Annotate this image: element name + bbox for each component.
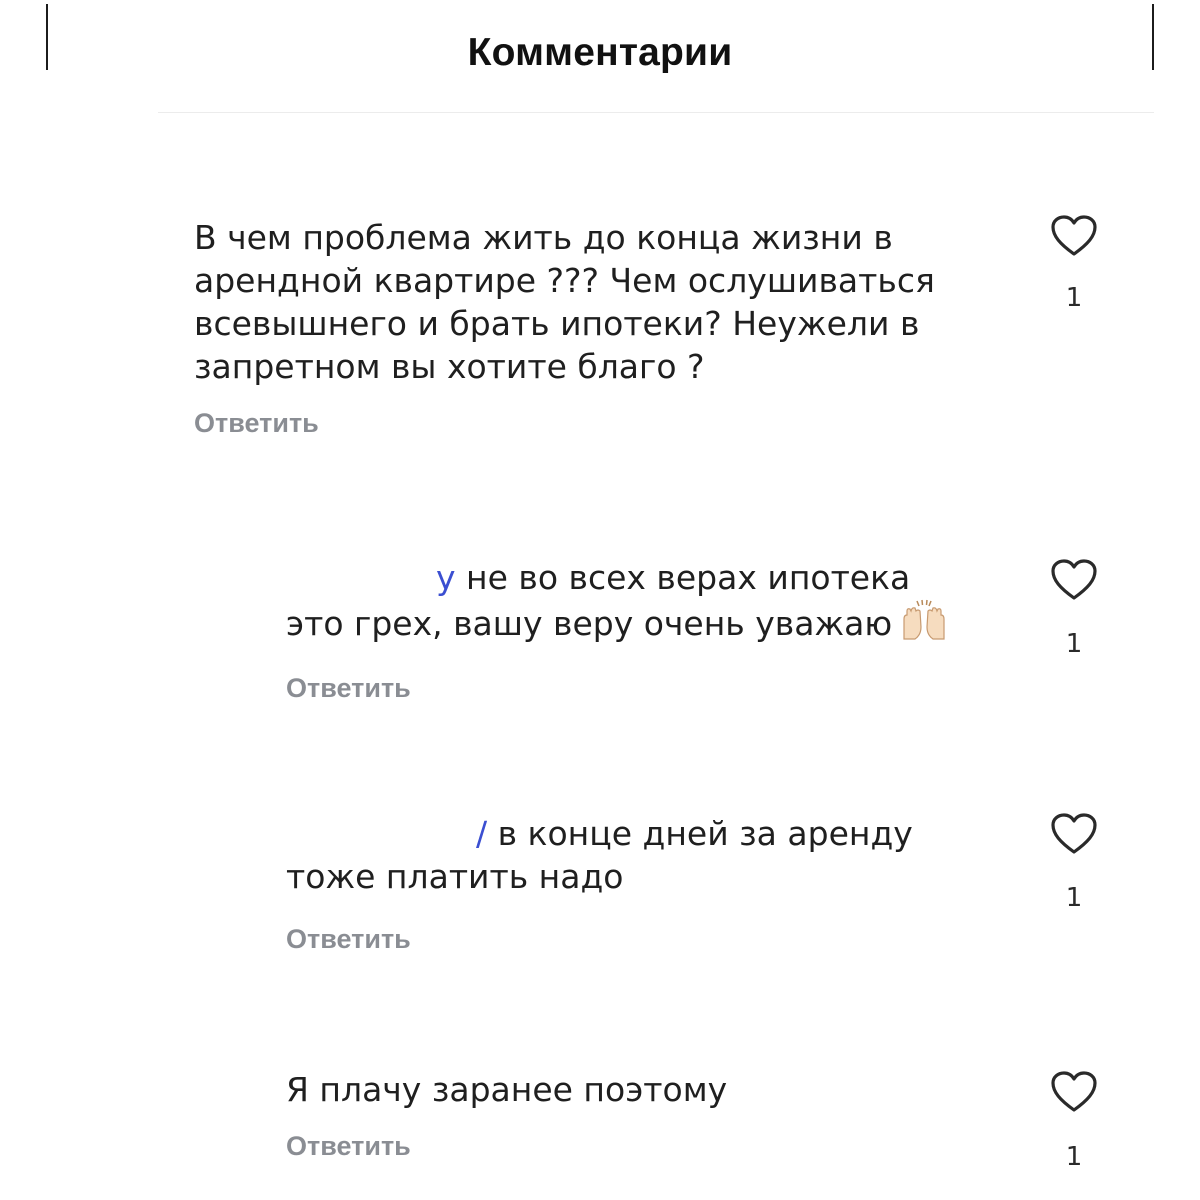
comment-2: у не во всех верах ипотека это грех, ваш…: [286, 556, 986, 704]
heart-outline-icon[interactable]: [1050, 214, 1098, 258]
comment-4: Я плачу заранее поэтому Ответить: [286, 1068, 986, 1162]
comment-text-line1: в конце дней за аренду: [487, 814, 913, 853]
comment-text: В чем проблема жить до конца жизни в аре…: [194, 218, 935, 386]
comment-text-line2: это грех, вашу веру очень уважаю: [286, 604, 893, 643]
like-count: 1: [1065, 1142, 1083, 1172]
page-title: Комментарии: [467, 31, 733, 74]
reply-button[interactable]: Ответить: [286, 673, 986, 704]
comment-text: Я плачу заранее поэтому: [286, 1070, 728, 1109]
comment-1: В чем проблема жить до конца жизни в аре…: [194, 216, 994, 439]
comment-text-line2: тоже платить надо: [286, 857, 624, 896]
username-mention[interactable]: /: [476, 814, 487, 853]
heart-outline-icon[interactable]: [1050, 1070, 1098, 1114]
like-count: 1: [1065, 629, 1083, 659]
username-mention[interactable]: у: [436, 558, 456, 597]
reply-button[interactable]: Ответить: [194, 408, 994, 439]
heart-outline-icon[interactable]: [1050, 558, 1098, 602]
like-1: 1: [1044, 214, 1104, 313]
header-divider: [158, 112, 1154, 113]
comment-text: / в конце дней за аренду: [286, 812, 986, 855]
heart-outline-icon[interactable]: [1050, 812, 1098, 856]
like-3: 1: [1044, 812, 1104, 913]
reply-button[interactable]: Ответить: [286, 924, 986, 955]
header: Комментарии: [0, 0, 1200, 112]
comment-text-line1: не во всех верах ипотека: [455, 558, 911, 597]
comment-text: это грех, вашу веру очень уважаю: [286, 599, 986, 651]
comments-screen: Комментарии В чем проблема жить до конца…: [0, 0, 1200, 1200]
like-count: 1: [1065, 883, 1083, 913]
username-redacted[interactable]: [286, 579, 436, 580]
comment-3: / в конце дней за аренду тоже платить на…: [286, 812, 986, 955]
reply-button[interactable]: Ответить: [286, 1131, 986, 1162]
raising-hands-icon: [900, 599, 948, 651]
like-2: 1: [1044, 558, 1104, 659]
username-redacted[interactable]: [286, 835, 476, 836]
like-4: 1: [1044, 1070, 1104, 1172]
like-count: 1: [1065, 283, 1083, 313]
comment-text: у не во всех верах ипотека: [286, 556, 986, 599]
